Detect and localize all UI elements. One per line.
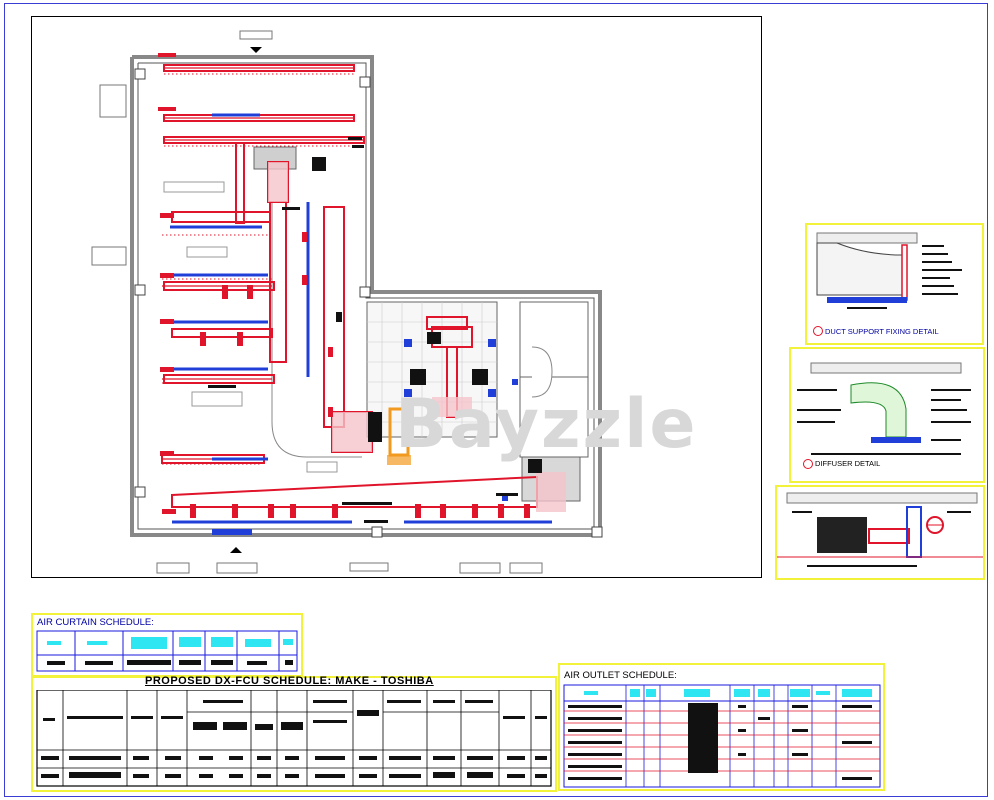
- fcu-schedule-table: [36, 690, 552, 787]
- air-curtain-schedule-title: AIR CURTAIN SCHEDULE:: [37, 617, 154, 628]
- duct-support-detail-panel[interactable]: DUCT SUPPORT FIXING DETAIL: [805, 223, 984, 345]
- diffuser-detail-drawing: [797, 362, 971, 455]
- floor-plan-drawing: [91, 30, 603, 574]
- air-outlet-schedule-title: AIR OUTLET SCHEDULE:: [564, 670, 677, 681]
- detail-marker-icon: [813, 326, 823, 336]
- air-outlet-table: [563, 684, 881, 788]
- duct-support-detail-title: DUCT SUPPORT FIXING DETAIL: [825, 327, 939, 336]
- floor-plan-viewport[interactable]: [31, 16, 762, 578]
- diffuser-detail-title: DIFFUSER DETAIL: [815, 459, 881, 468]
- diffuser-detail-panel[interactable]: DIFFUSER DETAIL: [789, 347, 985, 483]
- fcu-connection-detail-panel[interactable]: [775, 485, 985, 580]
- detail-marker-icon: [803, 459, 813, 469]
- fcu-schedule-title: PROPOSED DX-FCU SCHEDULE: MAKE - TOSHIBA: [145, 675, 434, 687]
- air-outlet-schedule[interactable]: AIR OUTLET SCHEDULE:: [558, 663, 885, 791]
- fcu-connection-drawing: [777, 492, 983, 567]
- air-curtain-table: [36, 630, 298, 672]
- duct-support-drawing: [816, 232, 962, 309]
- watermark: Bayzzle: [395, 385, 698, 464]
- air-curtain-schedule[interactable]: AIR CURTAIN SCHEDULE:: [31, 613, 303, 677]
- fcu-schedule[interactable]: PROPOSED DX-FCU SCHEDULE: MAKE - TOSHIBA: [31, 675, 557, 792]
